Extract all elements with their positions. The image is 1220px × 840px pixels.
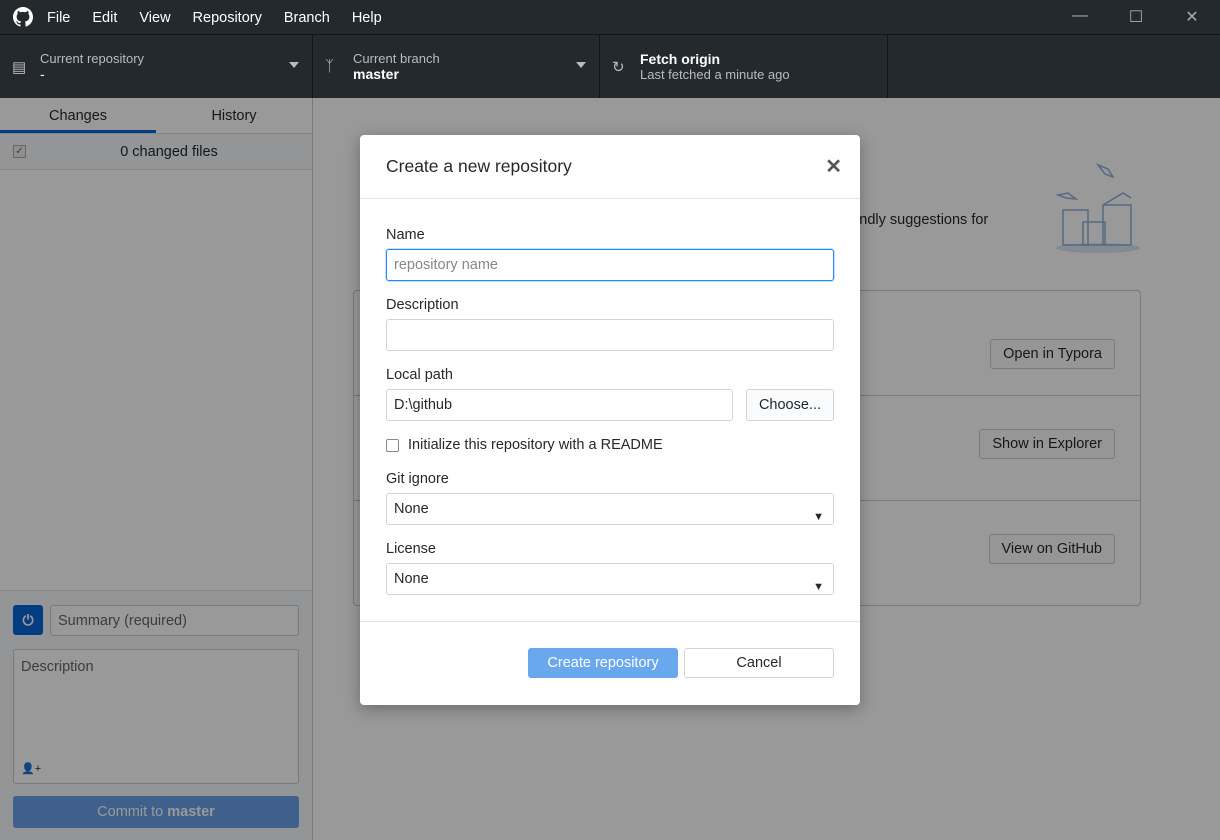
maximize-button[interactable]: ☐ — [1108, 7, 1164, 27]
menu-edit[interactable]: Edit — [92, 10, 117, 26]
dropdown-arrow-icon: ▼ — [813, 581, 824, 593]
sync-icon: ↻ — [612, 58, 625, 76]
branch-label: Current branch — [353, 51, 440, 66]
license-value: None — [394, 571, 429, 587]
local-path-label: Local path — [386, 367, 453, 383]
branch-icon: ᛉ — [325, 58, 335, 75]
cancel-button[interactable]: Cancel — [684, 648, 834, 678]
chevron-down-icon — [576, 62, 586, 68]
license-select[interactable]: None ▼ — [386, 563, 834, 595]
github-logo-icon — [13, 7, 33, 27]
branch-value: master — [353, 66, 399, 82]
menu-repository[interactable]: Repository — [193, 10, 262, 26]
menu-file[interactable]: File — [47, 10, 70, 26]
readme-checkbox-row[interactable]: Initialize this repository with a README — [386, 437, 834, 453]
readme-checkbox[interactable] — [386, 438, 399, 452]
menu-help[interactable]: Help — [352, 10, 382, 26]
description-field[interactable] — [386, 319, 834, 351]
current-repository-dropdown[interactable]: ▤ Current repository - — [0, 35, 313, 98]
close-icon[interactable]: ✕ — [825, 154, 842, 179]
minimize-button[interactable]: — — [1052, 7, 1108, 27]
close-window-button[interactable]: ✕ — [1164, 7, 1220, 27]
chevron-down-icon — [289, 62, 299, 68]
license-label: License — [386, 541, 436, 557]
description-label: Description — [386, 297, 459, 313]
menu-view[interactable]: View — [139, 10, 170, 26]
fetch-label: Fetch origin — [640, 51, 721, 67]
repo-label: Current repository — [40, 51, 145, 66]
gitignore-value: None — [394, 501, 429, 517]
local-path-input[interactable]: D:\github — [386, 389, 733, 421]
repo-icon: ▤ — [12, 58, 27, 76]
choose-button[interactable]: Choose... — [746, 389, 834, 421]
dropdown-arrow-icon: ▼ — [813, 511, 824, 523]
readme-label: Initialize this repository with a README — [408, 437, 663, 453]
name-input[interactable]: repository name — [386, 249, 834, 281]
name-label: Name — [386, 227, 425, 243]
title-bar: File Edit View Repository Branch Help — ☐ ✕ — [0, 0, 1220, 35]
current-branch-dropdown[interactable]: ᛉ Current branch master — [313, 35, 600, 98]
gitignore-label: Git ignore — [386, 471, 449, 487]
fetch-status: Last fetched a minute ago — [640, 67, 790, 82]
fetch-origin-button[interactable]: ↻ Fetch origin Last fetched a minute ago — [600, 35, 888, 98]
gitignore-select[interactable]: None ▼ — [386, 493, 834, 525]
menu-branch[interactable]: Branch — [284, 10, 330, 26]
dialog-title: Create a new repository — [386, 156, 572, 176]
create-repository-dialog: Create a new repository ✕ Name repositor… — [360, 135, 860, 705]
repo-value: - — [40, 66, 45, 82]
create-repository-button[interactable]: Create repository — [528, 648, 678, 678]
